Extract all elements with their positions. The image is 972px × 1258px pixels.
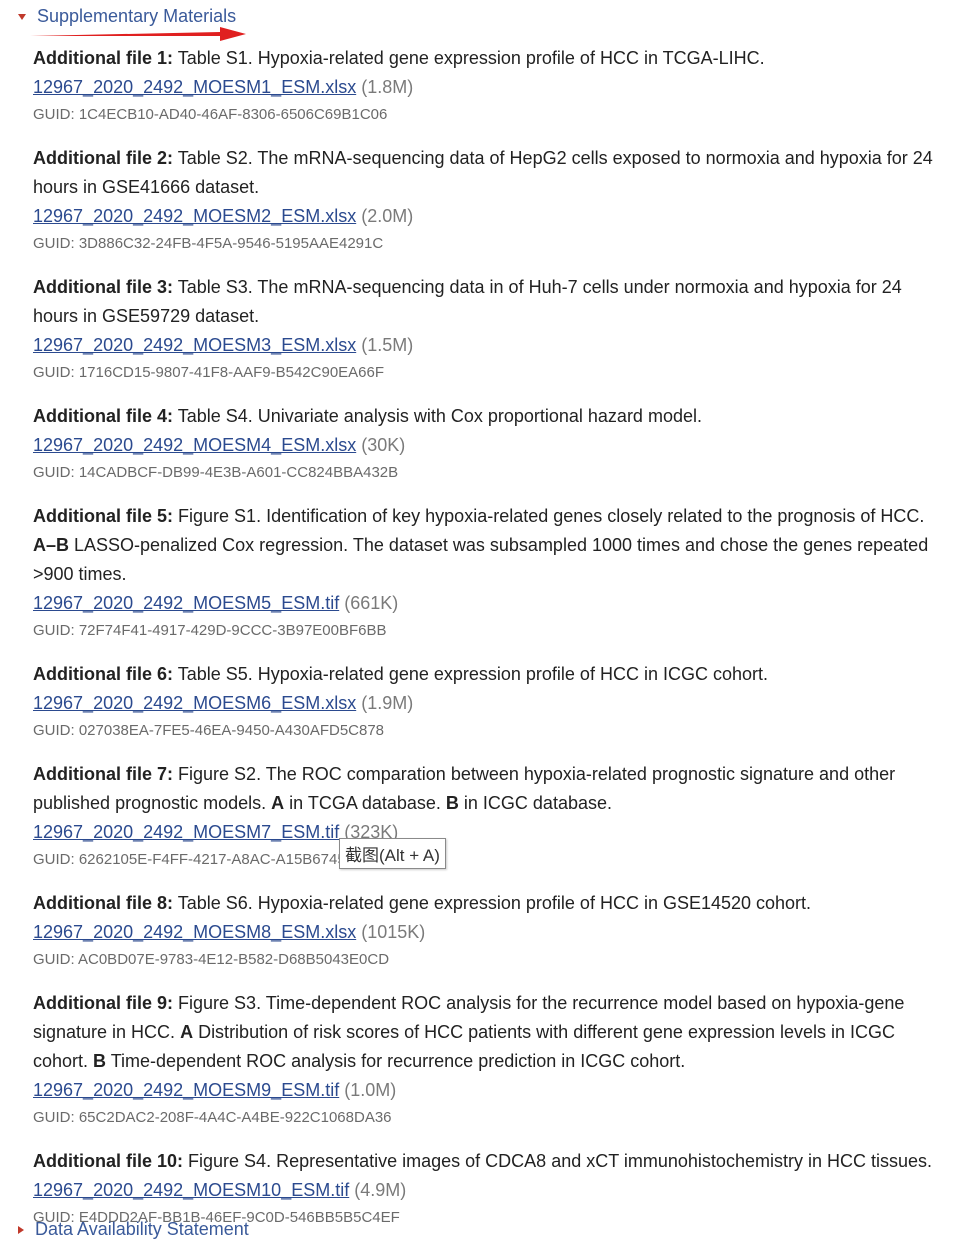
file-download-link[interactable]: 12967_2020_2492_MOESM6_ESM.xlsx [33, 693, 356, 713]
file-download-line: 12967_2020_2492_MOESM9_ESM.tif (1.0M) [33, 1076, 948, 1105]
supplementary-file-entry: Additional file 8: Table S6. Hypoxia-rel… [33, 889, 948, 973]
description-text: in ICGC database. [458, 793, 612, 813]
file-download-link[interactable]: 12967_2020_2492_MOESM9_ESM.tif [33, 1080, 339, 1100]
supplementary-file-entry: Additional file 2: Table S2. The mRNA-se… [33, 144, 948, 257]
file-size: (4.9M) [354, 1180, 407, 1200]
file-label: Additional file 2: [33, 148, 174, 168]
file-guid: GUID: 027038EA-7FE5-46EA-9450-A430AFD5C8… [33, 722, 385, 739]
file-description: Additional file 9: Figure S3. Time-depen… [33, 989, 948, 1076]
file-description: Additional file 5: Figure S1. Identifica… [33, 502, 948, 589]
file-label: Additional file 9: [33, 993, 174, 1013]
file-size: (661K) [344, 593, 399, 613]
file-description: Additional file 3: Table S3. The mRNA-se… [33, 273, 948, 331]
file-description: Additional file 8: Table S6. Hypoxia-rel… [33, 889, 948, 918]
file-download-link[interactable]: 12967_2020_2492_MOESM3_ESM.xlsx [33, 335, 356, 355]
file-download-line: 12967_2020_2492_MOESM1_ESM.xlsx (1.8M) [33, 73, 948, 102]
description-text: LASSO-penalized Cox regression. The data… [33, 535, 929, 584]
file-guid: GUID: 14CADBCF-DB99-4E3B-A601-CC824BBA43… [33, 464, 399, 481]
file-download-link[interactable]: 12967_2020_2492_MOESM8_ESM.xlsx [33, 922, 356, 942]
panel-label: B [445, 793, 459, 813]
file-size: (30K) [361, 435, 406, 455]
file-description: Additional file 4: Table S4. Univariate … [33, 402, 948, 431]
file-guid: GUID: 1C4ECB10-AD40-46AF-8306-6506C69B1C… [33, 106, 388, 123]
description-text: Table S6. Hypoxia-related gene expressio… [177, 893, 812, 913]
file-size: (1015K) [361, 922, 426, 942]
file-label: Additional file 3: [33, 277, 174, 297]
file-guid: GUID: 3D886C32-24FB-4F5A-9546-5195AAE429… [33, 235, 384, 252]
file-download-link[interactable]: 12967_2020_2492_MOESM2_ESM.xlsx [33, 206, 356, 226]
file-size: (1.0M) [344, 1080, 397, 1100]
file-size: (1.8M) [361, 77, 414, 97]
file-description: Additional file 6: Table S5. Hypoxia-rel… [33, 660, 948, 689]
file-download-link[interactable]: 12967_2020_2492_MOESM10_ESM.tif [33, 1180, 349, 1200]
screenshot-tooltip: 截图(Alt + A) [339, 838, 446, 869]
file-size: (2.0M) [361, 206, 414, 226]
file-download-line: 12967_2020_2492_MOESM8_ESM.xlsx (1015K) [33, 918, 948, 947]
description-text: Table S5. Hypoxia-related gene expressio… [177, 664, 768, 684]
file-download-line: 12967_2020_2492_MOESM5_ESM.tif (661K) [33, 589, 948, 618]
panel-label: B [93, 1051, 107, 1071]
supplementary-file-list: Additional file 1: Table S1. Hypoxia-rel… [33, 44, 948, 1247]
description-text: Figure S4. Representative images of CDCA… [188, 1151, 932, 1171]
file-guid: GUID: AC0BD07E-9783-4E12-B582-D68B5043E0… [33, 951, 390, 968]
file-guid: GUID: 1716CD15-9807-41F8-AAF9-B542C90EA6… [33, 364, 385, 381]
description-text: Time-dependent ROC analysis for recurren… [106, 1051, 686, 1071]
file-download-line: 12967_2020_2492_MOESM10_ESM.tif (4.9M) [33, 1176, 948, 1205]
file-guid: GUID: 6262105E-F4FF-4217-A8AC-A15B674599… [33, 851, 380, 868]
expand-triangle-icon[interactable] [18, 1225, 24, 1234]
supplementary-file-entry: Additional file 5: Figure S1. Identifica… [33, 502, 948, 644]
file-download-line: 12967_2020_2492_MOESM7_ESM.tif (323K) [33, 818, 948, 847]
file-download-line: 12967_2020_2492_MOESM4_ESM.xlsx (30K) [33, 431, 948, 460]
supplementary-file-entry: Additional file 7: Figure S2. The ROC co… [33, 760, 948, 873]
file-size: (1.9M) [361, 693, 414, 713]
file-description: Additional file 10: Figure S4. Represent… [33, 1147, 948, 1176]
file-guid: GUID: 65C2DAC2-208F-4A4C-A4BE-922C1068DA… [33, 1109, 392, 1126]
file-guid: GUID: 72F74F41-4917-429D-9CCC-3B97E00BF6… [33, 622, 387, 639]
file-description: Additional file 1: Table S1. Hypoxia-rel… [33, 44, 948, 73]
data-availability-title[interactable]: Data Availability Statement [35, 1219, 249, 1240]
data-availability-header[interactable]: Data Availability Statement [18, 1219, 249, 1240]
collapse-triangle-icon[interactable] [18, 13, 26, 20]
file-download-link[interactable]: 12967_2020_2492_MOESM4_ESM.xlsx [33, 435, 356, 455]
supplementary-file-entry: Additional file 9: Figure S3. Time-depen… [33, 989, 948, 1131]
file-label: Additional file 6: [33, 664, 174, 684]
file-label: Additional file 7: [33, 764, 174, 784]
description-text: Table S1. Hypoxia-related gene expressio… [177, 48, 765, 68]
file-label: Additional file 5: [33, 506, 174, 526]
file-download-line: 12967_2020_2492_MOESM3_ESM.xlsx (1.5M) [33, 331, 948, 360]
file-download-link[interactable]: 12967_2020_2492_MOESM1_ESM.xlsx [33, 77, 356, 97]
file-label: Additional file 4: [33, 406, 174, 426]
panel-label: A [271, 793, 285, 813]
file-download-line: 12967_2020_2492_MOESM2_ESM.xlsx (2.0M) [33, 202, 948, 231]
file-download-link[interactable]: 12967_2020_2492_MOESM5_ESM.tif [33, 593, 339, 613]
file-label: Additional file 10: [33, 1151, 184, 1171]
description-text: in TCGA database. [284, 793, 446, 813]
file-label: Additional file 1: [33, 48, 174, 68]
red-annotation-arrow-icon [30, 27, 246, 41]
supplementary-file-entry: Additional file 4: Table S4. Univariate … [33, 402, 948, 486]
supplementary-file-entry: Additional file 6: Table S5. Hypoxia-rel… [33, 660, 948, 744]
file-download-line: 12967_2020_2492_MOESM6_ESM.xlsx (1.9M) [33, 689, 948, 718]
supplementary-file-entry: Additional file 1: Table S1. Hypoxia-rel… [33, 44, 948, 128]
file-description: Additional file 7: Figure S2. The ROC co… [33, 760, 948, 818]
file-size: (1.5M) [361, 335, 414, 355]
description-text: Table S4. Univariate analysis with Cox p… [177, 406, 702, 426]
file-description: Additional file 2: Table S2. The mRNA-se… [33, 144, 948, 202]
file-label: Additional file 8: [33, 893, 174, 913]
supplementary-file-entry: Additional file 3: Table S3. The mRNA-se… [33, 273, 948, 386]
panel-label: A–B [33, 535, 70, 555]
panel-label: A [180, 1022, 194, 1042]
file-download-link[interactable]: 12967_2020_2492_MOESM7_ESM.tif [33, 822, 339, 842]
description-text: Figure S1. Identification of key hypoxia… [178, 506, 925, 526]
